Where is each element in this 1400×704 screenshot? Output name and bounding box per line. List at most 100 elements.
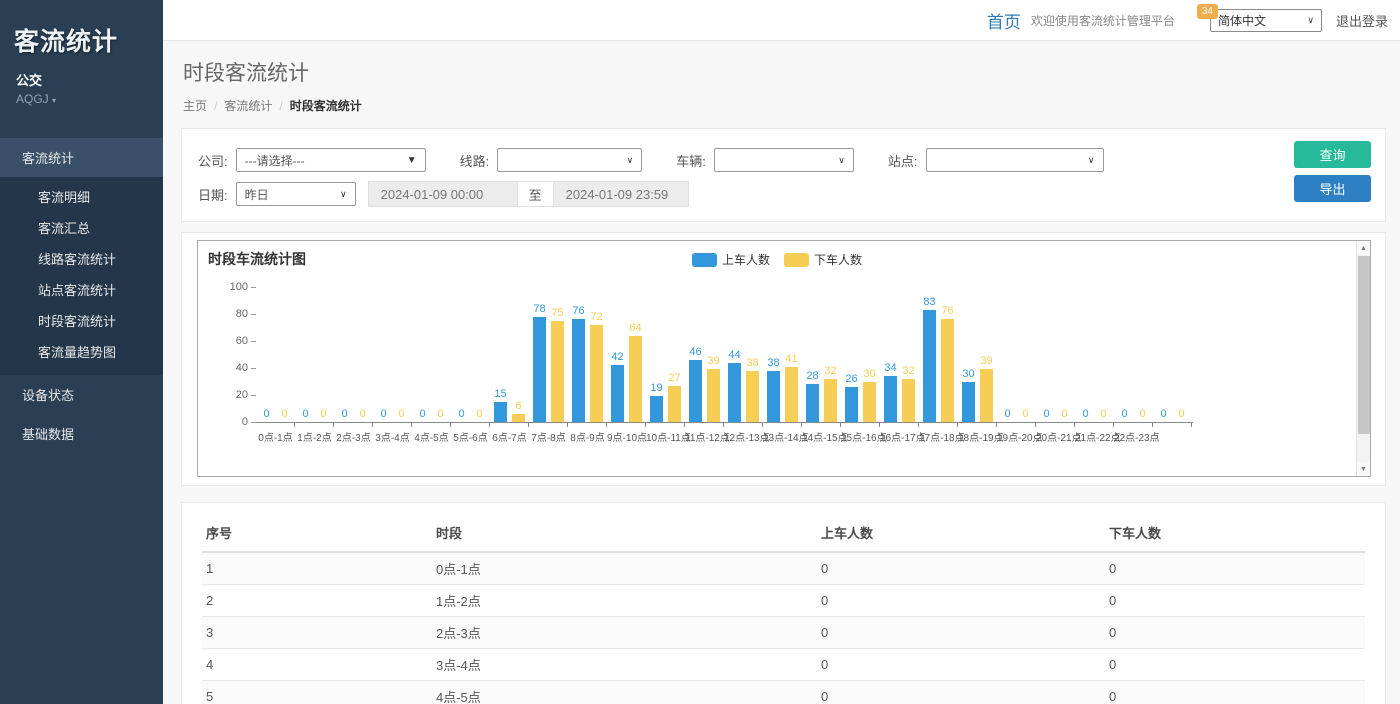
bar-wrapper[interactable]: 19 [650,396,663,422]
bar-value-label: 0 [419,408,425,420]
legend-item[interactable]: 下车人数 [784,251,862,268]
breadcrumb-separator: / [279,99,282,113]
bar-wrapper[interactable]: 30 [962,382,975,423]
sidebar-item[interactable]: 基础数据 [0,414,163,453]
bar-wrapper[interactable]: 39 [707,369,720,422]
bar-wrapper[interactable]: 6 [512,414,525,422]
bar-wrapper[interactable]: 75 [551,321,564,422]
x-axis-category-label: 8点-9点 [568,429,607,444]
bar-wrapper[interactable]: 27 [668,386,681,422]
bar-wrapper[interactable]: 72 [590,325,603,422]
home-link[interactable]: 首页 [987,8,1021,33]
station-select[interactable]: ∨ [926,148,1104,172]
bar-wrapper[interactable]: 38 [767,371,780,422]
sidebar-subitem[interactable]: 客流汇总 [0,212,163,243]
scroll-up-icon[interactable]: ▲ [1357,241,1370,255]
bar-wrapper[interactable]: 76 [572,319,585,422]
chart-title: 时段车流统计图 [208,249,306,269]
export-button[interactable]: 导出 [1294,175,1371,202]
bar-wrapper[interactable]: 46 [689,360,702,422]
bar-wrapper[interactable]: 15 [494,402,507,422]
y-axis: 020406080100 [208,287,256,422]
table-header-cell: 上车人数 [817,513,1105,552]
sidebar-subitem[interactable]: 客流量趋势图 [0,336,163,367]
bar-group: 00 [997,287,1036,422]
bar [884,376,897,422]
scroll-down-icon[interactable]: ▼ [1357,462,1370,476]
bar [689,360,702,422]
x-axis-category-label: 6点-7点 [490,429,529,444]
vehicle-label: 车辆: [676,151,706,170]
app-title: 客流统计 [0,0,163,58]
bar-wrapper[interactable]: 32 [902,379,915,422]
bar-group: 00 [1153,287,1192,422]
vehicle-select[interactable]: ∨ [714,148,854,172]
sidebar-item-passenger-stats[interactable]: 客流统计 [0,138,163,177]
bar-wrapper[interactable]: 64 [629,336,642,422]
table-row: 10点-1点00 [202,552,1365,585]
bar-value-label: 32 [902,365,914,377]
logout-link[interactable]: 退出登录 [1336,11,1388,30]
bar-value-label: 30 [863,368,875,380]
filter-row-1: 公司: ---请选择--- ▼ 线路: ∨ 车辆: ∨ 站点: [198,148,1369,172]
bar-group: 00 [256,287,295,422]
bar-wrapper[interactable]: 39 [980,369,993,422]
language-select[interactable]: 简体中文 ∨ [1210,9,1322,32]
bar [611,365,624,422]
table-cell: 0 [1105,585,1365,617]
date-end-input[interactable]: 2024-01-09 23:59 [553,181,689,207]
breadcrumb-item[interactable]: 客流统计 [224,99,272,113]
bar-value-label: 6 [515,400,521,412]
bar-wrapper[interactable]: 28 [806,384,819,422]
sidebar-subitem[interactable]: 站点客流统计 [0,274,163,305]
bar-wrapper[interactable]: 38 [746,371,759,422]
chevron-down-icon: ∨ [627,155,634,166]
bar-wrapper[interactable]: 76 [941,319,954,422]
date-start-input[interactable]: 2024-01-09 00:00 [368,181,518,207]
bar [668,386,681,422]
bar-wrapper[interactable]: 26 [845,387,858,422]
date-preset-select[interactable]: 昨日 ∨ [236,182,356,206]
bar-value-label: 76 [941,305,953,317]
bar-wrapper[interactable]: 44 [728,363,741,422]
query-button[interactable]: 查询 [1294,141,1371,168]
x-axis-category-label: 19点-20点 [997,429,1036,444]
legend-item[interactable]: 上车人数 [692,251,770,268]
bar-group: 4639 [685,287,724,422]
bar-wrapper[interactable]: 32 [824,379,837,422]
bar-value-label: 0 [1121,408,1127,420]
bar-wrapper[interactable]: 42 [611,365,624,422]
bar-group: 8376 [919,287,958,422]
table-row: 43点-4点00 [202,649,1365,681]
sidebar-subitem[interactable]: 时段客流统计 [0,305,163,336]
bar-group: 4264 [607,287,646,422]
company-select[interactable]: ---请选择--- ▼ [236,148,426,172]
user-menu[interactable]: AQGJ ▾ [16,92,149,106]
x-axis-category-label: 18点-19点 [958,429,997,444]
y-axis-tick: 60 [208,335,256,347]
bar-value-label: 64 [629,322,641,334]
filter-row-2: 日期: 昨日 ∨ 2024-01-09 00:00 至 2024-01-09 2… [198,181,1369,207]
x-axis-category-label: 0点-1点 [256,429,295,444]
x-axis-category-label: 21点-22点 [1075,429,1114,444]
bar-value-label: 15 [494,388,506,400]
sidebar-subitem[interactable]: 客流明细 [0,181,163,212]
breadcrumb-item[interactable]: 主页 [183,99,207,113]
sidebar-subitem[interactable]: 线路客流统计 [0,243,163,274]
bar-wrapper[interactable]: 83 [923,310,936,422]
bar-wrapper[interactable]: 41 [785,367,798,422]
chart-scrollbar[interactable]: ▲ ▼ [1356,241,1370,476]
bar-value-label: 0 [1043,408,1049,420]
bar [962,382,975,423]
scrollbar-thumb[interactable] [1358,256,1370,434]
bar-wrapper[interactable]: 30 [863,382,876,423]
sidebar-item[interactable]: 设备状态 [0,375,163,414]
bar-wrapper[interactable]: 78 [533,317,546,422]
bar-group: 2832 [802,287,841,422]
table-cell: 5 [202,681,432,704]
x-axis-category-label: 16点-17点 [880,429,919,444]
bar-wrapper[interactable]: 34 [884,376,897,422]
line-select[interactable]: ∨ [497,148,642,172]
bars-row: 0000000000001567875767242641927463944383… [256,287,1193,422]
bar [863,382,876,423]
